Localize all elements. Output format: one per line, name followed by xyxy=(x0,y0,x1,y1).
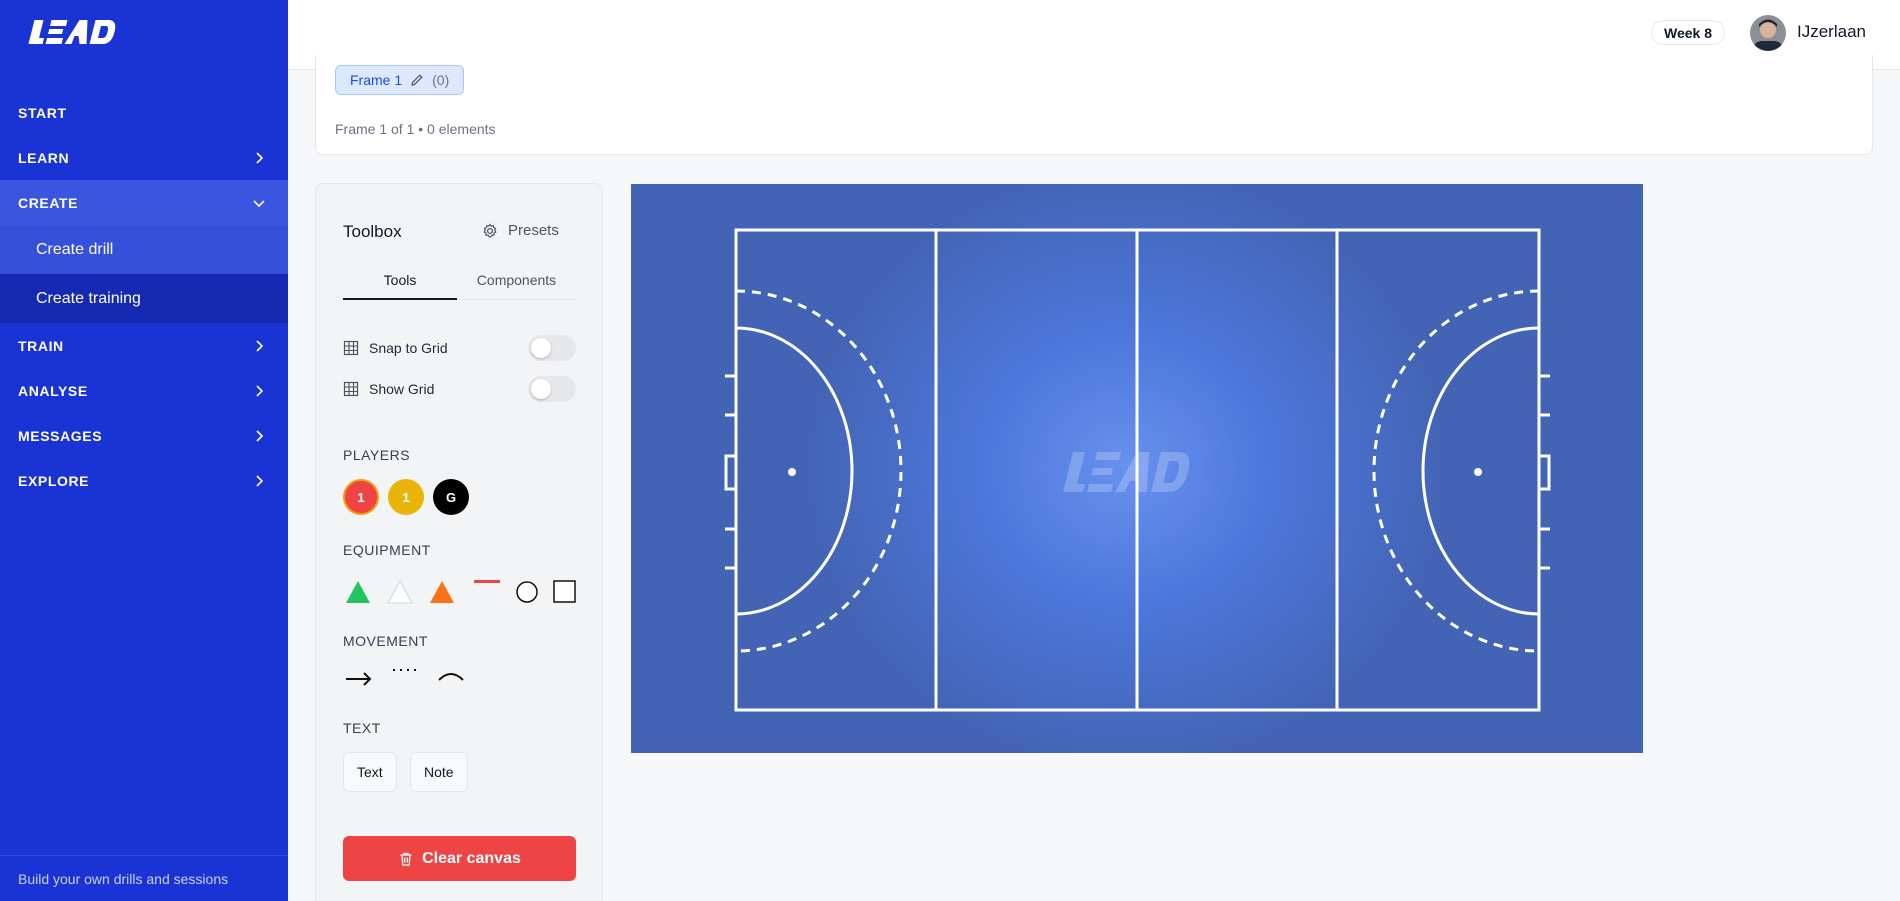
toggle-knob xyxy=(531,379,551,399)
watermark-logo xyxy=(1063,452,1190,492)
player-red[interactable]: 1 xyxy=(343,479,379,515)
nav-analyse-label: ANALYSE xyxy=(18,382,88,399)
snap-to-grid-label: Snap to Grid xyxy=(369,340,448,356)
nav-create-drill[interactable]: Create drill xyxy=(0,225,288,274)
nav-messages-label: MESSAGES xyxy=(18,427,103,444)
goal-left xyxy=(724,454,738,491)
frame-chip-label: Frame 1 xyxy=(350,72,403,88)
show-grid-label: Show Grid xyxy=(369,381,435,397)
chevron-right-icon xyxy=(256,429,264,442)
nav-create-training[interactable]: Create training xyxy=(0,274,288,323)
dashed-circle-right xyxy=(1372,289,1540,653)
nav-start-label: START xyxy=(18,104,67,121)
square-icon[interactable] xyxy=(550,577,580,607)
user-name[interactable]: IJzerlaan xyxy=(1797,22,1866,42)
toolbox-panel: Toolbox Presets Tools Components Snap to… xyxy=(315,183,603,901)
chevron-right-icon xyxy=(256,384,264,397)
equipment-heading: EQUIPMENT xyxy=(343,542,431,558)
clear-canvas-label: Clear canvas xyxy=(422,849,521,867)
frame-panel: Frame 1 (0) Frame 1 of 1 • 0 elements xyxy=(315,55,1873,155)
nav-explore-label: EXPLORE xyxy=(18,472,90,489)
add-text-button[interactable]: Text xyxy=(343,752,397,792)
drill-canvas[interactable] xyxy=(631,184,1643,753)
movement-heading: MOVEMENT xyxy=(343,633,428,649)
show-grid-row: Show Grid xyxy=(343,376,576,402)
nav-train[interactable]: TRAIN xyxy=(0,323,288,368)
grid-icon xyxy=(343,381,359,397)
arrow-right-icon[interactable] xyxy=(343,664,375,690)
player-goalkeeper[interactable]: G xyxy=(433,479,469,515)
sidebar: START LEARN CREATE Create drill Create t… xyxy=(0,0,288,901)
tab-components[interactable]: Components xyxy=(457,272,576,300)
sidebar-footer-text: Build your own drills and sessions xyxy=(0,855,288,901)
penalty-spot-left xyxy=(788,468,796,476)
white-cone-icon[interactable] xyxy=(385,577,415,607)
nav-analyse[interactable]: ANALYSE xyxy=(0,368,288,413)
clear-canvas-button[interactable]: Clear canvas xyxy=(343,836,576,881)
main-nav: START LEARN CREATE Create drill Create t… xyxy=(0,90,288,503)
chevron-right-icon xyxy=(256,474,264,487)
snap-to-grid-toggle[interactable] xyxy=(528,335,576,361)
goal-right xyxy=(1537,454,1551,491)
week-badge[interactable]: Week 8 xyxy=(1651,20,1725,45)
curve-icon[interactable] xyxy=(435,664,467,690)
snap-to-grid-row: Snap to Grid xyxy=(343,335,576,361)
players-heading: PLAYERS xyxy=(343,447,411,463)
pencil-icon[interactable] xyxy=(410,73,424,87)
frame-chip[interactable]: Frame 1 (0) xyxy=(335,65,465,95)
chevron-right-icon xyxy=(256,339,264,352)
green-cone-icon[interactable] xyxy=(343,577,373,607)
dotted-line-icon[interactable] xyxy=(390,664,422,690)
text-heading: TEXT xyxy=(343,720,381,736)
add-note-button[interactable]: Note xyxy=(410,752,468,792)
nav-train-label: TRAIN xyxy=(18,337,64,354)
toolbox-tabs: Tools Components xyxy=(343,272,576,300)
toolbox-title: Toolbox xyxy=(343,222,402,241)
presets-label: Presets xyxy=(508,222,559,239)
presets-button[interactable]: Presets xyxy=(482,222,559,239)
nav-start[interactable]: START xyxy=(0,90,288,135)
nav-learn-label: LEARN xyxy=(18,149,70,166)
trash-icon xyxy=(400,852,412,866)
show-grid-toggle[interactable] xyxy=(528,376,576,402)
lead-logo[interactable] xyxy=(26,14,118,50)
nav-create-training-label: Create training xyxy=(36,289,141,307)
nav-create[interactable]: CREATE xyxy=(0,180,288,225)
nav-messages[interactable]: MESSAGES xyxy=(0,413,288,458)
hockey-pitch xyxy=(724,228,1551,712)
dashed-circle-left xyxy=(735,289,903,653)
player-yellow[interactable]: 1 xyxy=(388,479,424,515)
toggle-knob xyxy=(531,338,551,358)
chevron-right-icon xyxy=(256,151,264,164)
grid-icon xyxy=(343,340,359,356)
red-marker-icon[interactable] xyxy=(472,577,502,607)
nav-explore[interactable]: EXPLORE xyxy=(0,458,288,503)
nav-create-label: CREATE xyxy=(18,194,79,211)
frame-chip-count: (0) xyxy=(432,72,450,88)
chevron-down-icon xyxy=(253,199,265,207)
tab-tools[interactable]: Tools xyxy=(343,272,457,300)
circle-icon[interactable] xyxy=(512,577,542,607)
nav-create-drill-label: Create drill xyxy=(36,240,114,258)
avatar[interactable] xyxy=(1750,15,1786,51)
penalty-spot-right xyxy=(1474,468,1482,476)
nav-learn[interactable]: LEARN xyxy=(0,135,288,180)
frame-info: Frame 1 of 1 • 0 elements xyxy=(335,121,496,137)
orange-cone-icon[interactable] xyxy=(427,577,457,607)
gear-icon xyxy=(483,223,497,237)
